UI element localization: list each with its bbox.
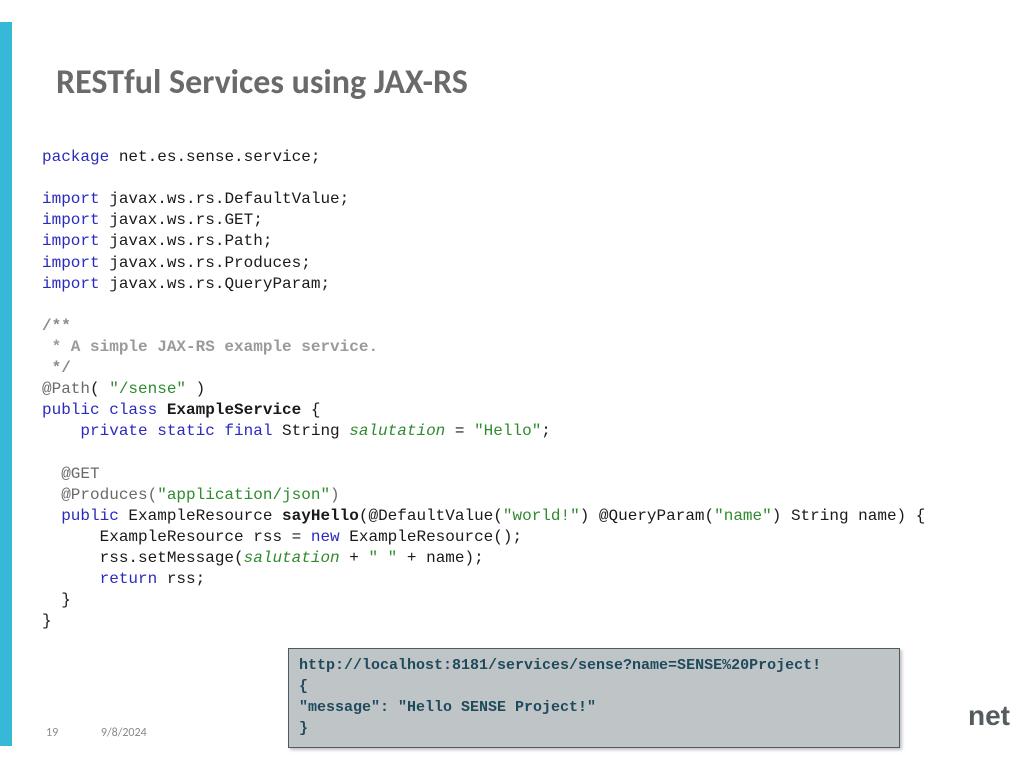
- import-1: javax.ws.rs.GET;: [109, 211, 263, 229]
- body1-post: ExampleResource();: [340, 528, 522, 546]
- path-value: "/sense": [109, 380, 186, 398]
- qp-val: "name": [714, 507, 772, 525]
- accent-bar: [0, 22, 12, 746]
- import-4: javax.ws.rs.QueryParam;: [109, 275, 330, 293]
- params-open: (@DefaultValue(: [359, 507, 503, 525]
- response-url: http://localhost:8181/services/sense?nam…: [299, 655, 889, 676]
- body2-plus: +: [340, 549, 369, 567]
- footer: 19 9/8/2024: [46, 726, 147, 740]
- response-open: {: [299, 676, 889, 697]
- field-val: "Hello": [474, 422, 541, 440]
- kw-import: import: [42, 275, 100, 293]
- kw-import: import: [42, 232, 100, 250]
- page-number: 19: [46, 726, 58, 740]
- field-type: String: [272, 422, 349, 440]
- kw-package: package: [42, 148, 109, 166]
- field-mods: private static final: [42, 422, 272, 440]
- method-mods: public: [42, 507, 119, 525]
- body1-pre: ExampleResource rss =: [42, 528, 311, 546]
- response-close: }: [299, 718, 889, 739]
- slide-title: RESTful Services using JAX-RS: [56, 62, 1000, 103]
- body2-plus2: + name);: [397, 549, 483, 567]
- pkg-name: net.es.sense.service;: [119, 148, 321, 166]
- slide: RESTful Services using JAX-RS package ne…: [12, 22, 1024, 746]
- params-close: ) String name) {: [772, 507, 926, 525]
- kw-import: import: [42, 211, 100, 229]
- body3-post: rss;: [157, 570, 205, 588]
- params-mid: ) @QueryParam(: [580, 507, 714, 525]
- response-box: http://localhost:8181/services/sense?nam…: [288, 648, 900, 748]
- class-name: ExampleService: [167, 401, 301, 419]
- produces-annotation: @Produces(: [42, 486, 157, 504]
- import-0: javax.ws.rs.DefaultValue;: [109, 190, 349, 208]
- comment-close: */: [42, 359, 71, 377]
- body1-new: new: [311, 528, 340, 546]
- field-name: salutation: [349, 422, 445, 440]
- body3-pre: [42, 570, 100, 588]
- kw-import: import: [42, 190, 100, 208]
- body2-pre: rss.setMessage(: [42, 549, 244, 567]
- class-open: {: [301, 401, 320, 419]
- response-body: "message": "Hello SENSE Project!": [299, 697, 889, 718]
- import-3: javax.ws.rs.Produces;: [109, 254, 311, 272]
- footer-date: 9/8/2024: [101, 726, 147, 740]
- method-name: sayHello: [282, 507, 359, 525]
- body2-space: " ": [368, 549, 397, 567]
- class-mods: public class: [42, 401, 167, 419]
- body2-sal: salutation: [244, 549, 340, 567]
- code-block: package net.es.sense.service; import jav…: [42, 147, 1000, 633]
- produces-close: ): [330, 486, 340, 504]
- field-assign: =: [445, 422, 474, 440]
- import-2: javax.ws.rs.Path;: [109, 232, 272, 250]
- body3-ret: return: [100, 570, 158, 588]
- logo: net: [968, 700, 1010, 732]
- method-ret: ExampleResource: [119, 507, 282, 525]
- comment-open: /**: [42, 317, 71, 335]
- produces-val: "application/json": [157, 486, 330, 504]
- get-annotation: @GET: [42, 465, 100, 483]
- comment-body: * A simple JAX-RS example service.: [42, 338, 378, 356]
- default-val: "world!": [503, 507, 580, 525]
- kw-import: import: [42, 254, 100, 272]
- close-method: }: [42, 591, 71, 609]
- path-annotation: @Path: [42, 380, 90, 398]
- close-class: }: [42, 612, 52, 630]
